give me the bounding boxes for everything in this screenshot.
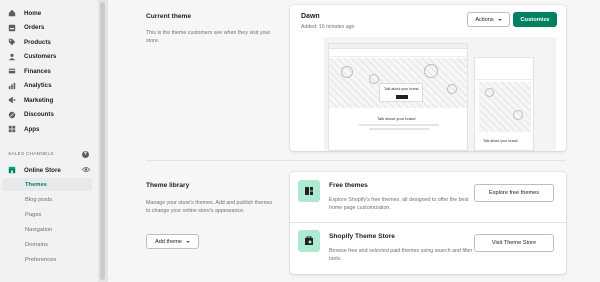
sidebar-item-marketing[interactable]: Marketing (0, 93, 98, 108)
person-icon (8, 53, 16, 61)
theme-name: Dawn (301, 13, 320, 20)
add-theme-label: Add theme (154, 238, 183, 245)
sidebar-item-label: Apps (24, 125, 40, 133)
theme-preview: Talk about your brand Talk about your br… (324, 37, 556, 151)
browser-bar (329, 44, 467, 49)
add-theme-button[interactable]: Add theme (146, 234, 199, 249)
actions-dropdown[interactable]: Actions (467, 12, 510, 27)
theme-added-time: Added: 16 minutes ago (301, 24, 355, 30)
orders-icon (8, 24, 16, 32)
sidebar-item-analytics[interactable]: Analytics (0, 79, 98, 94)
online-store-label: Online Store (24, 166, 61, 174)
sidebar-item-label: Home (24, 9, 42, 17)
chevron-down-icon (497, 18, 502, 21)
sketch-shape (341, 66, 353, 78)
bar-chart-icon (8, 82, 16, 90)
sidebar-item-label: Analytics (24, 82, 52, 90)
sidebar-subitem-navigation[interactable]: Navigation (0, 223, 98, 236)
current-theme-heading: Current theme (146, 13, 192, 20)
sidebar-item-discounts[interactable]: Discounts (0, 108, 98, 123)
mobile-section-text: Talk about your brand (483, 139, 518, 143)
visit-theme-store-button[interactable]: Visit Theme Store (474, 234, 554, 252)
hero-overlay-box: Talk about your brand (379, 83, 423, 102)
preview-header (329, 50, 467, 57)
theme-store-title: Shopify Theme Store (329, 233, 395, 240)
sidebar-subitem-domains[interactable]: Domains (0, 238, 98, 251)
sidebar-item-online-store[interactable]: Online Store (8, 166, 61, 174)
free-themes-description: Explore Shopify's free themes, all desig… (329, 197, 469, 211)
sidebar-item-products[interactable]: Products (0, 35, 98, 50)
section-divider (146, 160, 566, 161)
text-line (369, 128, 429, 130)
section-text: Talk about your brand (377, 116, 416, 121)
sidebar-item-label: Discounts (24, 111, 54, 119)
card-divider (290, 222, 566, 223)
sketch-shape (369, 74, 379, 84)
sidebar-subitem-themes[interactable]: Themes (2, 178, 92, 191)
theme-store-description: Browse free and selected paid themes usi… (329, 248, 473, 262)
free-themes-title: Free themes (329, 182, 368, 189)
sketch-shape (513, 110, 523, 120)
current-theme-card: Dawn Added: 16 minutes ago Actions Custo… (290, 5, 566, 151)
eye-icon[interactable] (82, 166, 90, 173)
current-theme-description: This is the theme customers see when the… (146, 30, 271, 44)
sidebar-item-label: Marketing (24, 96, 54, 104)
chevron-down-icon (186, 240, 191, 243)
theme-library-description: Manage your store's themes. Add and publ… (146, 200, 273, 214)
megaphone-icon (8, 96, 16, 104)
tag-icon (8, 38, 16, 46)
sidebar-item-home[interactable]: Home (0, 6, 98, 21)
customize-button[interactable]: Customize (513, 12, 557, 27)
hero-button (396, 95, 408, 99)
hero-text: Talk about your brand (384, 87, 419, 91)
sidebar-item-orders[interactable]: Orders (0, 21, 98, 36)
free-themes-icon (298, 180, 320, 202)
add-channel-icon[interactable]: + (82, 151, 89, 158)
apps-icon (8, 125, 16, 133)
sidebar: Home Orders Products Customers Finances … (0, 0, 108, 282)
sidebar-item-apps[interactable]: Apps (0, 122, 98, 137)
sidebar-nav: Home Orders Products Customers Finances … (0, 6, 98, 137)
sketch-shape (485, 88, 494, 97)
theme-library-heading: Theme library (146, 182, 190, 189)
mobile-header (475, 58, 533, 80)
sales-channels-label: SALES CHANNELS (8, 152, 54, 157)
sidebar-subitem-pages[interactable]: Pages (0, 208, 98, 221)
home-icon (8, 9, 16, 17)
actions-label: Actions (475, 16, 494, 23)
mobile-preview: Talk about your brand (474, 57, 534, 151)
text-line (359, 124, 439, 126)
store-icon (8, 166, 16, 174)
sidebar-subitem-preferences[interactable]: Preferences (0, 253, 98, 266)
theme-store-icon (298, 230, 320, 252)
sidebar-item-label: Products (24, 38, 51, 46)
sidebar-item-customers[interactable]: Customers (0, 50, 98, 65)
desktop-preview: Talk about your brand Talk about your br… (328, 43, 468, 151)
sidebar-item-finances[interactable]: Finances (0, 64, 98, 79)
sidebar-item-label: Customers (24, 53, 57, 61)
theme-library-card: Free themes Explore Shopify's free theme… (290, 172, 566, 274)
finances-icon (8, 67, 16, 75)
sketch-shape (424, 64, 438, 78)
sidebar-item-label: Orders (24, 24, 45, 32)
discount-icon (8, 111, 16, 119)
explore-free-themes-button[interactable]: Explore free themes (474, 184, 554, 202)
sidebar-subitem-blog-posts[interactable]: Blog posts (0, 193, 98, 206)
sidebar-item-label: Finances (24, 67, 51, 75)
sketch-shape (447, 84, 457, 94)
sidebar-scroll-thumb[interactable] (100, 2, 105, 280)
